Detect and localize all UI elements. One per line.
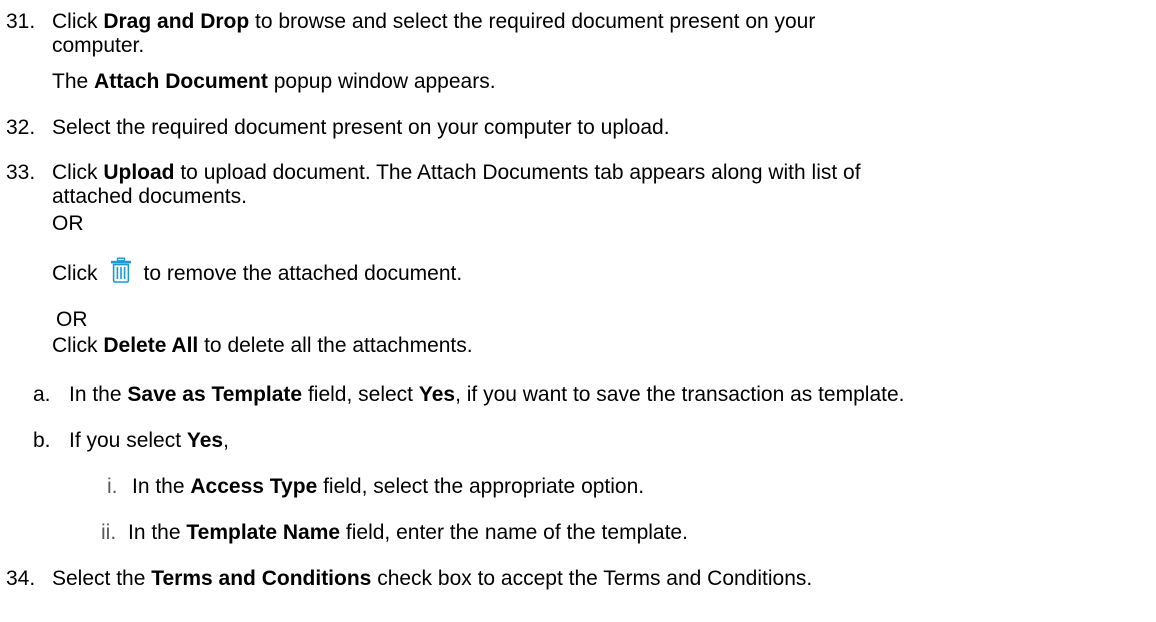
ui-term: Access Type [190, 475, 318, 498]
ui-term: Yes [186, 429, 224, 452]
ui-term: Upload [103, 161, 175, 184]
ui-term: Terms and Conditions [151, 567, 372, 590]
subsubstep-label: ii. [101, 521, 117, 544]
subsubstep-label: i. [107, 475, 118, 498]
trash-icon [110, 257, 132, 289]
step-result: The Attach Document popup window appears… [52, 70, 496, 93]
ui-term: Drag and Drop [103, 10, 250, 33]
subsubstep-line: In the Template Name field, enter the na… [128, 521, 688, 544]
step-line: computer. [52, 34, 145, 57]
step-number: 34. [6, 567, 36, 590]
substep-label: a. [33, 383, 51, 406]
ui-term: Save as Template [127, 383, 303, 406]
ui-term: Template Name [186, 521, 341, 544]
ui-term: Yes [418, 383, 456, 406]
step-line: Click to remove the attached document. [52, 257, 462, 289]
step-line: Click Drag and Drop to browse and select… [52, 10, 816, 33]
step-line: Select the Terms and Conditions check bo… [52, 567, 813, 590]
step-number: 31. [6, 10, 36, 33]
step-line: attached documents. [52, 185, 247, 208]
step-line: Click Delete All to delete all the attac… [52, 334, 473, 357]
step-number: 32. [6, 116, 36, 139]
subsubstep-line: In the Access Type field, select the app… [132, 475, 645, 498]
or-separator: OR [56, 308, 88, 331]
ui-term: Delete All [103, 334, 199, 357]
step-number: 33. [6, 161, 36, 184]
step-line: Select the required document present on … [52, 116, 670, 139]
step-line: Click Upload to upload document. The Att… [52, 161, 861, 184]
substep-line: In the Save as Template field, select Ye… [69, 383, 905, 406]
substep-line: If you select Yes, [69, 429, 229, 452]
substep-label: b. [33, 429, 51, 452]
ui-term: Attach Document [94, 70, 268, 93]
document-page: 31. Click Drag and Drop to browse and se… [0, 0, 1156, 622]
or-separator: OR [52, 212, 84, 235]
